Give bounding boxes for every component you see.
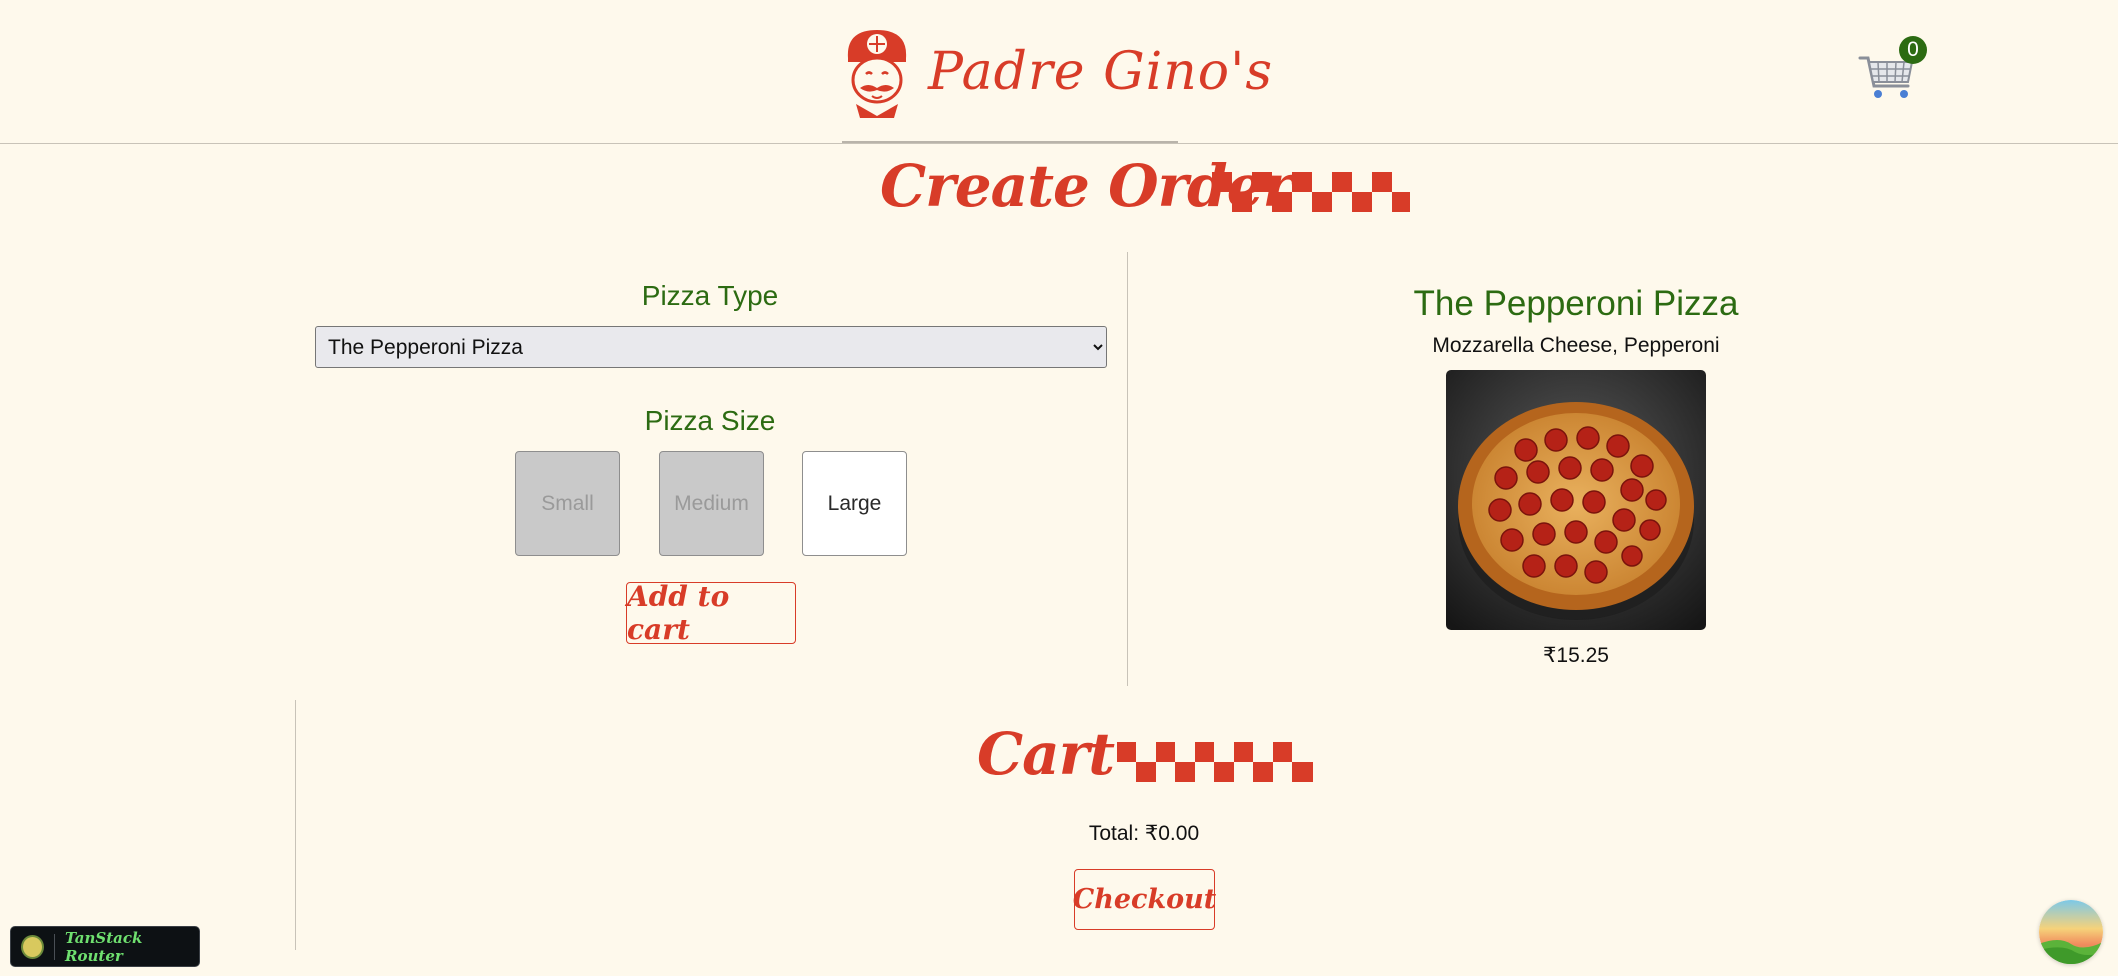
tanstack-logo-icon bbox=[21, 934, 45, 959]
checker-decoration-icon bbox=[1117, 742, 1313, 782]
devtools-label: TanStack Router bbox=[65, 928, 143, 965]
cart-title: Cart bbox=[977, 720, 1115, 788]
cart-total: Total: ₹0.00 bbox=[1088, 822, 1200, 845]
devtools-separator bbox=[54, 933, 56, 960]
site-header: Padre Gino's 0 bbox=[0, 0, 2118, 144]
pizza-size-label: Pizza Size bbox=[644, 405, 776, 436]
cart-count-badge: 0 bbox=[1899, 36, 1927, 64]
size-small-button[interactable]: Small bbox=[515, 451, 620, 556]
pizza-description: Mozzarella Cheese, Pepperoni bbox=[1432, 334, 1720, 357]
cart-divider bbox=[295, 700, 296, 950]
query-devtools-orb-icon[interactable] bbox=[2039, 900, 2103, 964]
size-large-button[interactable]: Large bbox=[802, 451, 907, 556]
pizza-name: The Pepperoni Pizza bbox=[1413, 284, 1739, 323]
checker-decoration-icon bbox=[1212, 172, 1410, 212]
chef-logo-icon bbox=[847, 30, 907, 118]
pizza-price: ₹15.25 bbox=[1543, 644, 1609, 667]
pizza-type-label: Pizza Type bbox=[641, 280, 779, 311]
brand-underline bbox=[842, 141, 1178, 143]
brand-link[interactable]: Padre Gino's bbox=[838, 22, 1273, 122]
add-to-cart-button[interactable]: Add to cart bbox=[626, 580, 796, 646]
order-divider bbox=[1127, 252, 1128, 686]
size-medium-button[interactable]: Medium bbox=[659, 451, 764, 556]
brand-name: Padre Gino's bbox=[928, 42, 1274, 102]
pizza-type-select[interactable]: The Pepperoni Pizza bbox=[315, 326, 1107, 368]
checkout-button[interactable]: Checkout bbox=[1073, 869, 1216, 930]
tanstack-router-devtools-button[interactable]: TanStack Router bbox=[10, 926, 200, 967]
pizza-image bbox=[1446, 370, 1706, 630]
